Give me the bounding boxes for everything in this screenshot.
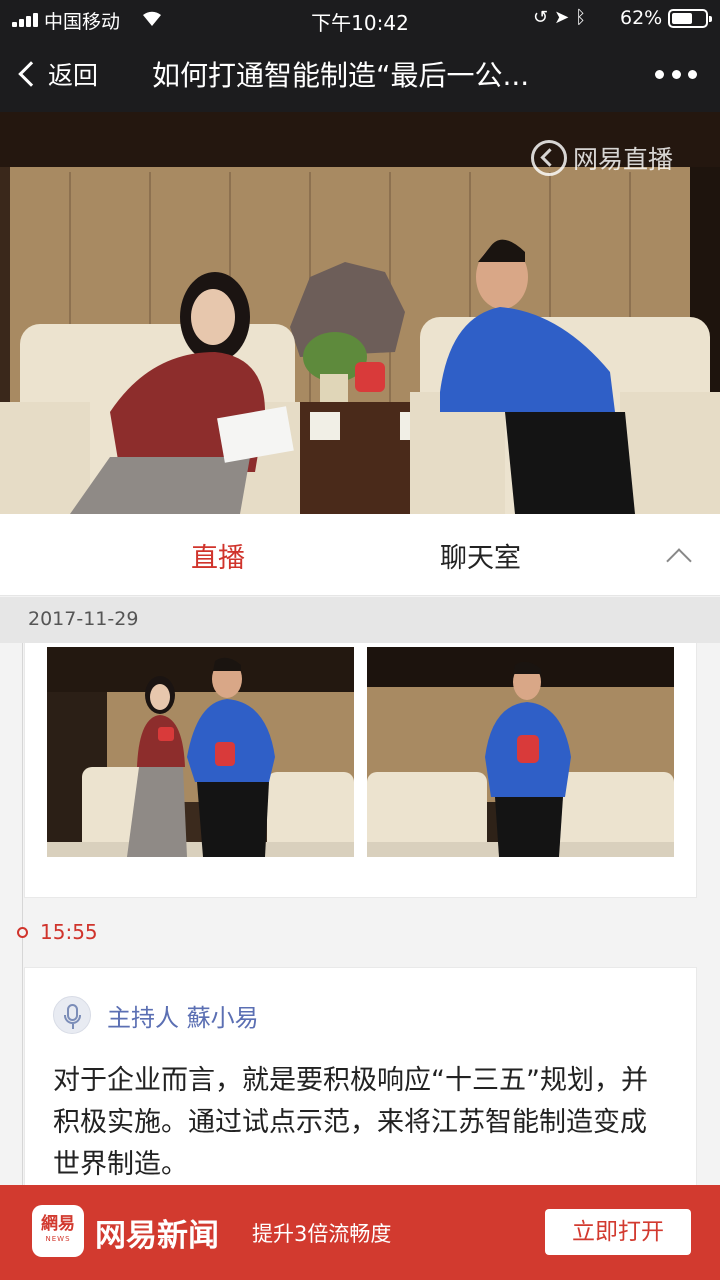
page-title: 如何打通智能制造“最后一公... [152, 59, 530, 92]
netease-live-logo-icon [531, 140, 567, 176]
date-header: 2017-11-29 [0, 597, 720, 643]
author-name: 主持人 蘇小易 [107, 1003, 259, 1032]
tab-chat-room[interactable]: 聊天室 [440, 536, 521, 575]
open-app-button[interactable]: 立即打开 [545, 1209, 691, 1255]
photo-image [367, 647, 674, 857]
photo-image [47, 647, 354, 857]
date-label: 2017-11-29 [28, 608, 139, 630]
battery-percent: 62% [620, 7, 663, 29]
app-download-banner[interactable]: 網易 NEWS 网易新闻 提升3倍流畅度 立即打开 [0, 1185, 720, 1280]
clock: 下午10:42 [311, 11, 409, 35]
battery-icon [668, 9, 712, 28]
bluetooth-icon: ᛒ [575, 7, 592, 28]
app-name: 网易新闻 [95, 1218, 219, 1254]
tab-bar: 直播 聊天室 [0, 514, 720, 596]
timeline-dot [17, 927, 28, 938]
nav-bar: 返回 如何打通智能制造“最后一公... [0, 38, 720, 112]
status-bar: 中国移动 下午10:42 ↺➤ᛒ 62% [0, 0, 720, 38]
back-chevron-icon [18, 61, 44, 87]
battery-fill [672, 13, 692, 24]
top-bar: 中国移动 下午10:42 ↺➤ᛒ 62% 返回 如何打通智能制造“最后一公... [0, 0, 720, 112]
collapse-chevron-icon[interactable] [666, 548, 692, 574]
mic-avatar-icon [53, 996, 91, 1034]
banner-slogan: 提升3倍流畅度 [252, 1222, 392, 1246]
photo-post-card [24, 643, 697, 898]
lock-rotation-icon: ↺ [533, 7, 555, 28]
post-text: 对于企业而言，就是要积极响应“十三五”规划，并积极实施。通过试点示范，来将江苏智… [53, 1065, 648, 1180]
back-button[interactable]: 返回 [14, 54, 98, 94]
video-watermark: 网易直播 [531, 140, 673, 176]
live-feed: 15:55 主持人 蘇小易 对于企业而言，就是要积极响应“十三五”规划，并积极实… [0, 643, 720, 1185]
timeline-line [22, 643, 23, 1185]
live-video-player[interactable]: 网易直播 [0, 112, 720, 514]
post-time: 15:55 [40, 920, 98, 944]
netease-news-logo: 網易 NEWS [32, 1205, 84, 1257]
location-icon: ➤ [554, 7, 576, 28]
more-dots-icon[interactable] [655, 66, 697, 82]
tab-live[interactable]: 直播 [191, 536, 245, 575]
status-icons: ↺➤ᛒ [533, 7, 592, 28]
logo-sub: NEWS [45, 1235, 71, 1243]
post-photo[interactable] [367, 647, 674, 857]
back-label: 返回 [48, 61, 99, 90]
logo-text: 網易 [41, 1214, 75, 1234]
text-post-card: 主持人 蘇小易 对于企业而言，就是要积极响应“十三五”规划，并积极实施。通过试点… [24, 967, 697, 1185]
watermark-label: 网易直播 [573, 145, 674, 174]
post-photo[interactable] [47, 647, 354, 857]
post-author: 主持人 蘇小易 [53, 996, 259, 1034]
